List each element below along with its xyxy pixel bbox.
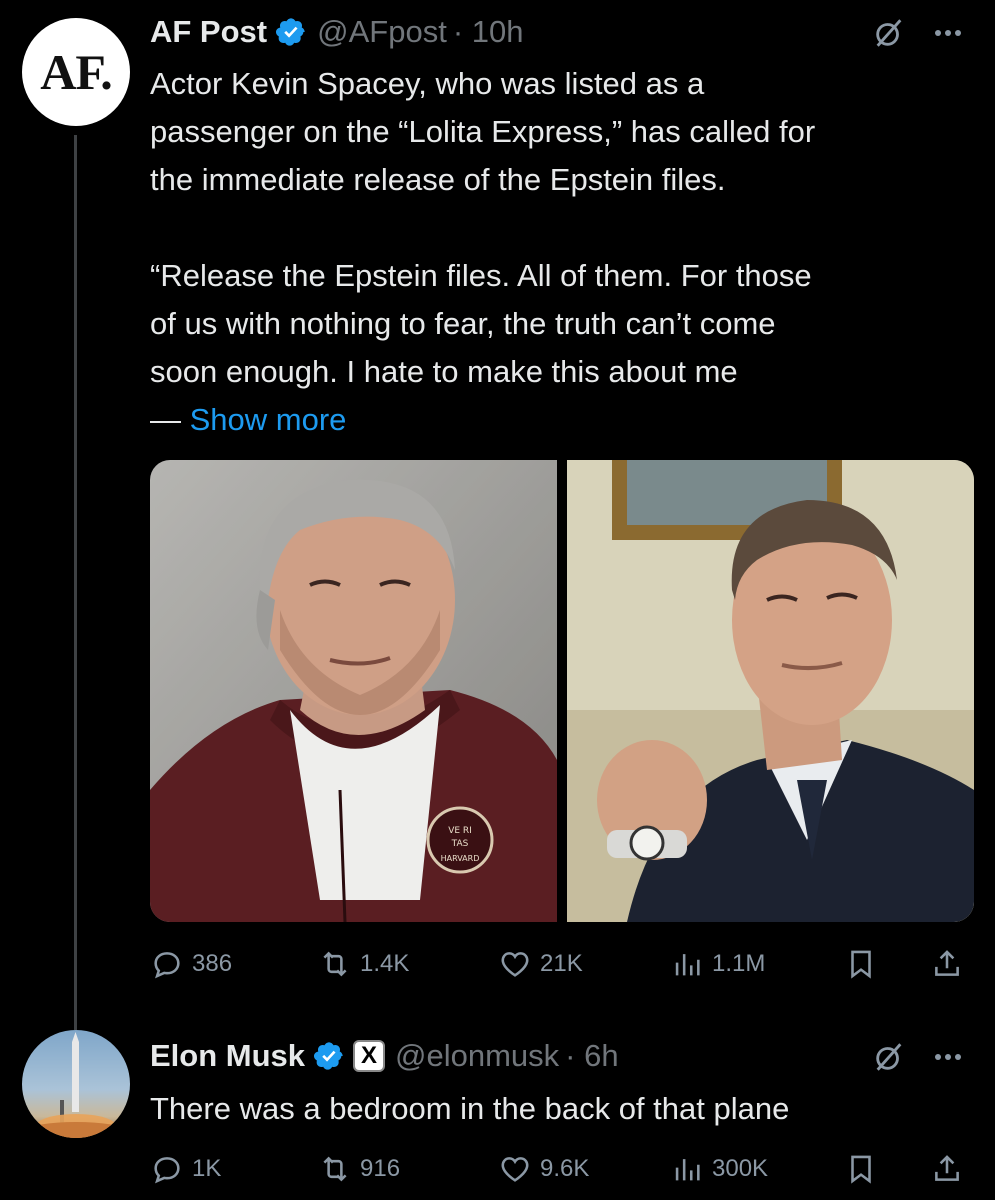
display-name[interactable]: Elon Musk bbox=[150, 1038, 305, 1074]
bookmark-icon bbox=[851, 950, 871, 979]
reply-button[interactable]: 1K bbox=[150, 1149, 221, 1189]
action-bar: 386 1.4K 21K 1.1M bbox=[150, 944, 970, 984]
views-icon bbox=[675, 1159, 700, 1181]
text-line: passenger on the “Lolita Express,” has c… bbox=[150, 114, 816, 149]
text-line: soon enough. I hate to make this about m… bbox=[150, 354, 738, 389]
share-icon bbox=[935, 1155, 959, 1181]
thread-line bbox=[74, 135, 77, 1030]
bookmark-button[interactable] bbox=[844, 1149, 878, 1189]
views-count: 300K bbox=[712, 1155, 769, 1182]
avatar-elonmusk[interactable] bbox=[22, 1030, 130, 1138]
crest-text: HARVARD bbox=[441, 854, 480, 863]
afpost-logo: AF. bbox=[40, 44, 113, 100]
text-line bbox=[150, 204, 970, 252]
timestamp[interactable]: · 6h bbox=[565, 1038, 618, 1074]
media-grid[interactable]: VE RI TAS HARVARD bbox=[150, 460, 974, 922]
repost-icon bbox=[323, 951, 347, 977]
handle[interactable]: @elonmusk bbox=[395, 1038, 559, 1074]
show-more-dash: — bbox=[150, 402, 190, 437]
harvard-crest: VE RI TAS HARVARD bbox=[426, 806, 494, 874]
timestamp[interactable]: · 10h bbox=[453, 14, 524, 50]
like-button[interactable]: 21K bbox=[498, 944, 583, 984]
like-count: 21K bbox=[540, 950, 583, 977]
photo-right[interactable] bbox=[567, 460, 974, 922]
tweet-header: AF Post @AFpost · 10h bbox=[150, 12, 523, 52]
verified-badge-icon bbox=[314, 1042, 343, 1070]
like-icon bbox=[501, 952, 529, 977]
action-bar: 1K 916 9.6K 300K bbox=[150, 1149, 970, 1189]
text-line: the immediate release of the Epstein fil… bbox=[150, 162, 726, 197]
bookmark-button[interactable] bbox=[844, 944, 878, 984]
x-affiliate-badge[interactable]: X bbox=[353, 1040, 386, 1072]
photo-left-image: VE RI TAS HARVARD bbox=[150, 460, 557, 922]
share-button[interactable] bbox=[930, 1149, 964, 1189]
text-line: “Release the Epstein files. All of them.… bbox=[150, 258, 812, 293]
views-count: 1.1M bbox=[712, 950, 766, 977]
display-name[interactable]: AF Post bbox=[150, 14, 267, 50]
bookmark-icon bbox=[851, 1155, 871, 1184]
repost-count: 916 bbox=[360, 1155, 401, 1182]
tweet-text: Actor Kevin Spacey, who was listed as a … bbox=[150, 60, 970, 444]
more-icon[interactable] bbox=[930, 1044, 966, 1070]
more-icon[interactable] bbox=[930, 20, 966, 46]
grok-icon[interactable] bbox=[872, 1040, 906, 1074]
views-button[interactable]: 1.1M bbox=[670, 944, 765, 984]
views-icon bbox=[675, 954, 700, 976]
text-line: Actor Kevin Spacey, who was listed as a bbox=[150, 66, 705, 101]
avatar-afpost[interactable]: AF. bbox=[22, 18, 130, 126]
like-button[interactable]: 9.6K bbox=[498, 1149, 589, 1189]
reply-icon bbox=[154, 952, 180, 979]
reply-button[interactable]: 386 bbox=[150, 944, 232, 984]
repost-icon bbox=[323, 1156, 347, 1182]
rocket-launch-image bbox=[28, 1032, 124, 1138]
repost-button[interactable]: 916 bbox=[318, 1149, 400, 1189]
grok-icon[interactable] bbox=[872, 16, 906, 50]
crest-text: VE RI bbox=[448, 826, 472, 836]
show-more-link[interactable]: Show more bbox=[190, 402, 347, 437]
reply-icon bbox=[154, 1157, 180, 1184]
photo-left[interactable]: VE RI TAS HARVARD bbox=[150, 460, 557, 922]
share-button[interactable] bbox=[930, 944, 964, 984]
repost-count: 1.4K bbox=[360, 950, 410, 977]
views-button[interactable]: 300K bbox=[670, 1149, 768, 1189]
share-icon bbox=[935, 950, 959, 976]
like-count: 9.6K bbox=[540, 1155, 590, 1182]
handle[interactable]: @AFpost bbox=[317, 14, 447, 50]
tweet-text: There was a bedroom in the back of that … bbox=[150, 1091, 790, 1126]
repost-button[interactable]: 1.4K bbox=[318, 944, 409, 984]
like-icon bbox=[501, 1157, 529, 1182]
photo-right-image bbox=[567, 460, 974, 922]
reply-count: 386 bbox=[192, 950, 233, 977]
verified-badge-icon bbox=[276, 18, 305, 46]
crest-text: TAS bbox=[451, 839, 469, 849]
text-line: of us with nothing to fear, the truth ca… bbox=[150, 306, 776, 341]
tweet-header: Elon Musk X @elonmusk · 6h bbox=[150, 1036, 619, 1076]
reply-count: 1K bbox=[192, 1155, 222, 1182]
